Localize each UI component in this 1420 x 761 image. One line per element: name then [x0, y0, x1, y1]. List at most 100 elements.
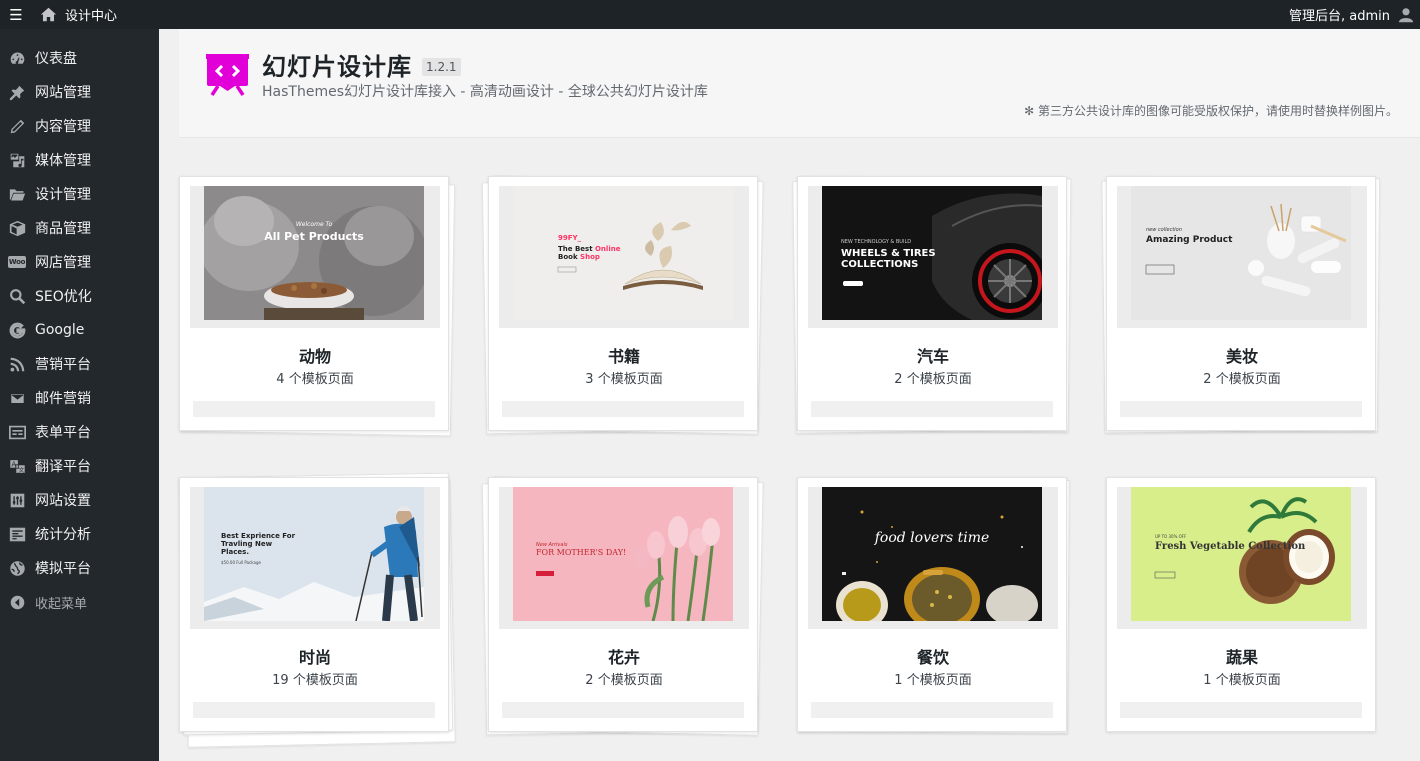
thumb-text: UP TO 30% OFF — [1155, 534, 1187, 539]
form-icon — [8, 423, 26, 441]
template-thumbnail — [204, 186, 424, 320]
svg-text:文: 文 — [18, 466, 24, 474]
sidebar-item-label: 表单平台 — [35, 425, 91, 441]
admin-topbar: ☰ 设计中心 管理后台, admin — [0, 0, 1420, 29]
card-face: 99FY_ The Best Online Book Shop 书籍 3 个模板… — [488, 176, 758, 431]
box-icon — [8, 219, 26, 237]
sidebar-item-label: 模拟平台 — [35, 561, 91, 577]
thumb-text: Book — [558, 253, 578, 261]
template-count: 1 个模板页面 — [1203, 673, 1281, 688]
sidebar-item-dashboard[interactable]: 仪表盘 — [0, 41, 159, 75]
sidebar-item-media[interactable]: 媒体管理 — [0, 143, 159, 177]
collapse-menu-label: 收起菜单 — [35, 596, 88, 612]
sidebar-item-google[interactable]: Google — [0, 313, 159, 347]
category-name: 餐饮 — [916, 648, 949, 667]
thumb-text: COLLECTIONS — [841, 259, 919, 270]
thumb-text: The Best — [558, 245, 593, 253]
sidebar-item-label: 网店管理 — [35, 255, 91, 271]
sidebar-item-products[interactable]: 商品管理 — [0, 211, 159, 245]
user-greeting: 管理后台, admin — [1289, 9, 1390, 24]
thumb-text: WHEELS & TIRES — [841, 248, 936, 259]
media-icon — [8, 151, 26, 169]
sidebar-item-analytics[interactable]: 统计分析 — [0, 517, 159, 551]
template-thumbnail — [513, 186, 733, 320]
card-face: UP TO 30% OFF Fresh Vegetable Collection… — [1106, 477, 1376, 732]
thumb-text: $50.00 Full Package — [221, 560, 261, 565]
sidebar-item-content[interactable]: 内容管理 — [0, 109, 159, 143]
sidebar-item-label: SEO优化 — [35, 289, 92, 305]
dashboard-icon — [8, 49, 26, 67]
thumb-text: Amazing Product — [1146, 235, 1233, 245]
sidebar-item-label: 营销平台 — [35, 357, 91, 373]
mail-icon — [8, 389, 26, 407]
thumb-text: Welcome To — [295, 221, 333, 228]
category-name: 书籍 — [607, 347, 640, 366]
sidebar-item-label: 统计分析 — [35, 527, 91, 543]
thumb-text: Places. — [221, 548, 249, 556]
collapse-menu-button[interactable]: 收起菜单 — [0, 585, 159, 619]
template-count: 2 个模板页面 — [585, 673, 663, 688]
sidebar-item-shop[interactable]: Woo 网店管理 — [0, 245, 159, 279]
sidebar-item-label: 内容管理 — [35, 119, 91, 135]
site-title: 设计中心 — [65, 9, 118, 24]
sidebar-item-site-management[interactable]: 网站管理 — [0, 75, 159, 109]
translate-icon: A文 — [8, 457, 26, 475]
settings-icon — [8, 491, 26, 509]
template-thumbnail — [1131, 186, 1351, 320]
thumb-text: 99FY_ — [558, 234, 582, 242]
template-count: 19 个模板页面 — [272, 673, 358, 688]
card-face: Best Exprience For Travling New Places. … — [179, 477, 449, 732]
globe-icon — [8, 559, 26, 577]
category-name: 花卉 — [607, 648, 640, 667]
rss-icon — [8, 355, 26, 373]
thumb-text: food lovers time — [874, 530, 990, 546]
slider-logo-icon — [206, 54, 249, 96]
copyright-notice: ✻ 第三方公共设计库的图像可能受版权保护，请使用时替换样例图片。 — [1024, 104, 1398, 118]
user-account-menu[interactable]: 管理后台, admin — [1289, 0, 1414, 29]
sidebar-item-marketing[interactable]: 营销平台 — [0, 347, 159, 381]
thumb-text: Shop — [580, 253, 600, 261]
card-face: new collection Amazing Product 美妆 2 个模板页… — [1106, 176, 1376, 431]
card-face: New Arrivals FOR MOTHER'S DAY! 花卉 2 个模板页… — [488, 477, 758, 732]
sidebar-item-design[interactable]: 设计管理 — [0, 177, 159, 211]
woo-icon: Woo — [7, 256, 27, 268]
template-count: 2 个模板页面 — [894, 372, 972, 387]
template-count: 3 个模板页面 — [585, 372, 663, 387]
sidebar-item-forms[interactable]: 表单平台 — [0, 415, 159, 449]
slider-library-header: 幻灯片设计库 1.2.1 HasThemes幻灯片设计库接入 - 高清动画设计 … — [179, 29, 1420, 138]
category-name: 蔬果 — [1225, 648, 1258, 667]
sidebar-item-seo[interactable]: SEO优化 — [0, 279, 159, 313]
page-title: 幻灯片设计库 — [262, 53, 412, 81]
category-name: 动物 — [298, 347, 331, 366]
stats-icon — [8, 525, 26, 543]
sidebar-item-simulation[interactable]: 模拟平台 — [0, 551, 159, 585]
svg-text:A: A — [11, 460, 16, 468]
thumb-text: FOR MOTHER'S DAY! — [536, 548, 627, 557]
template-thumbnail — [822, 487, 1042, 621]
sidebar-item-label: 邮件营销 — [35, 391, 91, 407]
sidebar-item-translate[interactable]: A文 翻译平台 — [0, 449, 159, 483]
folder-icon — [8, 185, 26, 203]
thumb-text: Best Exprience For — [221, 532, 296, 540]
thumb-text: All Pet Products — [264, 230, 364, 243]
category-name: 美妆 — [1225, 347, 1258, 366]
search-icon — [8, 287, 26, 305]
sidebar-item-label: Google — [35, 322, 85, 338]
template-count: 1 个模板页面 — [894, 673, 972, 688]
template-count: 2 个模板页面 — [1203, 372, 1281, 387]
home-icon — [40, 7, 57, 22]
thumb-text: Online — [594, 245, 621, 253]
sidebar-item-label: 仪表盘 — [35, 51, 77, 67]
sidebar-item-email[interactable]: 邮件营销 — [0, 381, 159, 415]
thumb-text: Travling New — [221, 540, 273, 548]
sidebar-item-settings[interactable]: 网站设置 — [0, 483, 159, 517]
category-name: 时尚 — [298, 648, 331, 667]
site-home-link[interactable]: 设计中心 — [40, 5, 117, 24]
template-count: 4 个模板页面 — [276, 372, 354, 387]
hamburger-icon[interactable]: ☰ — [0, 0, 32, 29]
card-face: NEW TECHNOLOGY & BUILD WHEELS & TIRES CO… — [797, 176, 1067, 431]
thumb-text: NEW TECHNOLOGY & BUILD — [841, 239, 912, 245]
sidebar-item-label: 商品管理 — [35, 221, 91, 237]
sidebar-item-label: 设计管理 — [35, 187, 91, 203]
template-thumbnail — [1131, 487, 1351, 621]
